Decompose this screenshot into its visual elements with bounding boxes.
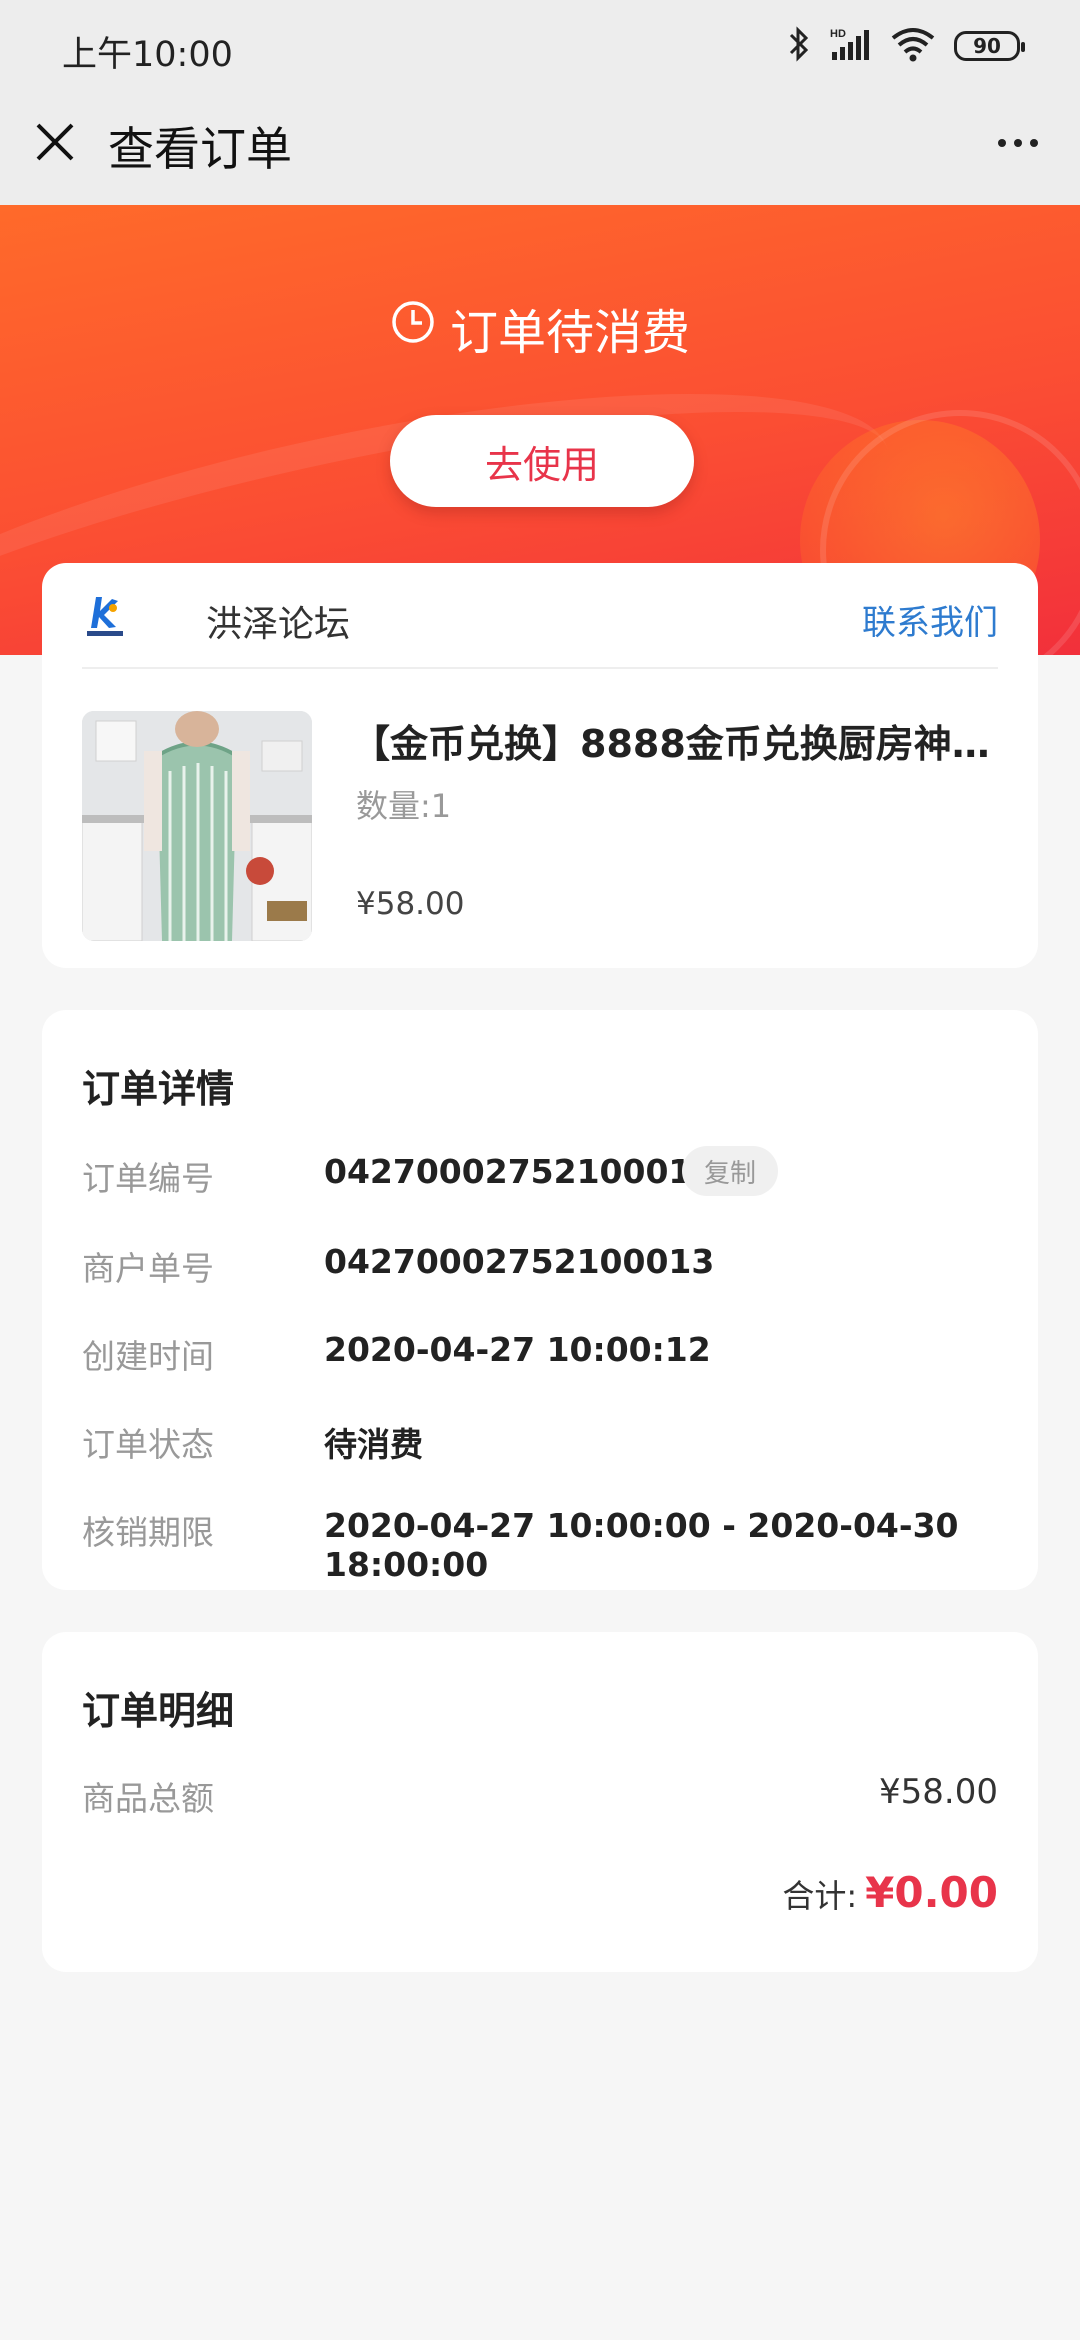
- product-card: 洪泽论坛 联系我们 【金币兑换】8888金币兑换厨房神… 数量:1 ¥58.00: [42, 563, 1038, 968]
- redeem-deadline-row: 核销期限 2020-04-27 10:00:00 - 2020-04-30 18…: [82, 1506, 998, 1584]
- merchant-order-number-label: 商户单号: [82, 1249, 214, 1288]
- top-bar: 上午10:00 HD 90 查看订单: [0, 0, 1080, 205]
- order-summary-heading: 订单明细: [82, 1689, 235, 1733]
- status-bar: 上午10:00 HD 90: [0, 0, 1080, 95]
- created-time-label: 创建时间: [82, 1337, 214, 1376]
- created-time-value: 2020-04-27 10:00:12: [324, 1330, 711, 1369]
- merchant-row: 洪泽论坛 联系我们: [82, 563, 998, 669]
- battery-icon: 90: [954, 31, 1025, 61]
- signal-icon: HD: [828, 26, 872, 66]
- clock-icon: [390, 299, 436, 357]
- contact-us-link[interactable]: 联系我们: [862, 595, 998, 644]
- bluetooth-icon: [788, 26, 810, 66]
- order-status-text: 订单待消费: [449, 305, 690, 361]
- wifi-icon: [890, 26, 936, 66]
- total-label: 合计:: [782, 1877, 858, 1915]
- order-number-label: 订单编号: [82, 1159, 214, 1198]
- use-button[interactable]: 去使用: [390, 415, 694, 507]
- order-number-row: 订单编号 042700027521000121 复制: [82, 1146, 998, 1202]
- order-status: 订单待消费: [0, 293, 1080, 363]
- merchant-order-number-value: 04270002752100013: [324, 1242, 715, 1281]
- product-price: ¥58.00: [356, 886, 465, 922]
- order-number-value: 042700027521000121: [324, 1152, 738, 1191]
- goods-total-value: ¥58.00: [879, 1772, 998, 1812]
- redeem-deadline-label: 核销期限: [82, 1513, 214, 1552]
- order-status-row: 订单状态 待消费: [82, 1418, 998, 1468]
- total-row: 合计: ¥0.00: [782, 1868, 998, 1917]
- more-icon[interactable]: [986, 123, 1050, 163]
- order-detail-heading: 订单详情: [82, 1067, 235, 1111]
- product-title[interactable]: 【金币兑换】8888金币兑换厨房神…: [352, 713, 1002, 768]
- order-detail-card: 订单详情 订单编号 042700027521000121 复制 商户单号 042…: [42, 1010, 1038, 1590]
- merchant-logo: [82, 593, 128, 639]
- copy-button[interactable]: 复制: [682, 1146, 778, 1196]
- close-icon[interactable]: [30, 117, 80, 167]
- order-summary-card: 订单明细 商品总额 ¥58.00 合计: ¥0.00: [42, 1632, 1038, 1972]
- status-time: 上午10:00: [62, 35, 233, 75]
- product-quantity: 数量:1: [356, 787, 452, 825]
- order-status-label: 订单状态: [82, 1425, 214, 1464]
- order-status-value: 待消费: [324, 1425, 423, 1464]
- merchant-order-number-row: 商户单号 04270002752100013: [82, 1242, 998, 1292]
- status-icons: HD 90: [788, 24, 1025, 68]
- goods-total-label: 商品总额: [82, 1779, 214, 1818]
- page-title: 查看订单: [108, 122, 292, 176]
- nav-bar: 查看订单: [0, 95, 1080, 205]
- product-image[interactable]: [82, 711, 312, 941]
- redeem-deadline-value: 2020-04-27 10:00:00 - 2020-04-30 18:00:0…: [324, 1506, 959, 1584]
- total-value: ¥0.00: [865, 1868, 998, 1917]
- merchant-name: 洪泽论坛: [206, 604, 351, 645]
- svg-text:HD: HD: [830, 28, 846, 40]
- created-time-row: 创建时间 2020-04-27 10:00:12: [82, 1330, 998, 1380]
